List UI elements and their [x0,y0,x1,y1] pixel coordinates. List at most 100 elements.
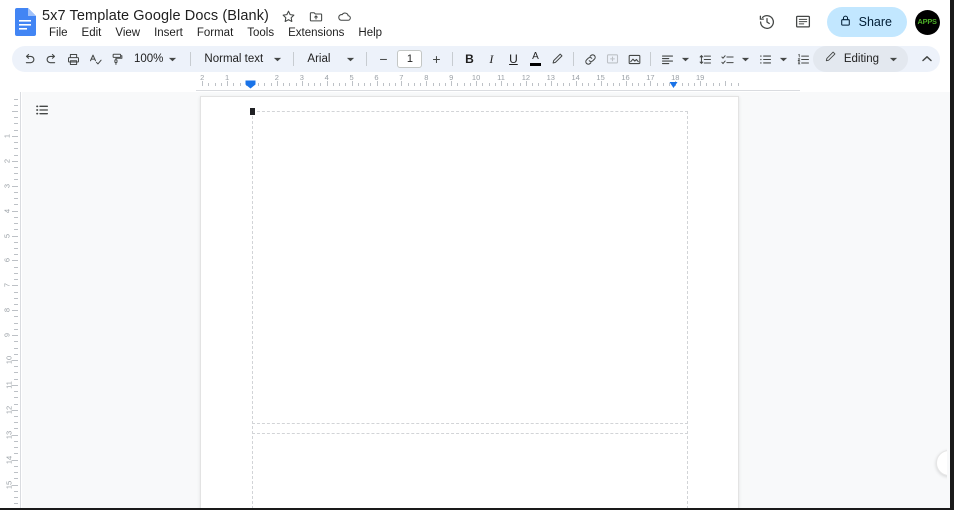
ruler-tick [12,385,18,386]
ruler-tick [12,211,18,212]
menu-format[interactable]: Format [190,25,240,41]
ruler-tick [14,491,18,492]
ruler-number: 9 [2,333,12,338]
ruler-tick [14,130,18,131]
document-page[interactable] [200,96,739,508]
paragraph-style-select[interactable]: Normal text [196,48,288,70]
menu-view[interactable]: View [108,25,147,41]
ruler-tick [14,379,18,380]
left-indent-marker[interactable] [245,76,256,89]
page-title[interactable]: 5x7 Template Google Docs (Blank) [42,8,269,24]
ruler-tick [345,83,346,86]
font-size-input[interactable]: 1 [397,50,423,68]
spellcheck-icon[interactable] [84,48,106,70]
ruler-tick [663,83,664,86]
add-comment-icon[interactable] [601,48,623,70]
ruler-tick [12,111,18,112]
ruler-tick [738,83,739,86]
menu-help[interactable]: Help [351,25,389,41]
table-row-border-middle-b [252,433,688,434]
ruler-tick [14,123,18,124]
insert-link-icon[interactable] [579,48,601,70]
ruler-tick [626,81,627,86]
ruler-tick [14,99,18,100]
menu-insert[interactable]: Insert [147,25,190,41]
vertical-scrollbar[interactable] [947,92,950,508]
menu-extensions[interactable]: Extensions [281,25,351,41]
menu-edit[interactable]: Edit [75,25,109,41]
comment-history-icon[interactable] [787,6,819,38]
avatar[interactable]: APPS [915,9,940,35]
ruler-tick [694,83,695,86]
ruler-tick [277,81,278,86]
ruler-tick [426,81,427,86]
ruler-tick [308,83,309,86]
ruler-tick [395,83,396,86]
ruler-tick [457,83,458,86]
line-spacing-icon[interactable] [694,48,716,70]
version-history-icon[interactable] [751,6,783,38]
google-docs-icon[interactable] [14,8,36,36]
ruler-tick [283,83,284,86]
editing-mode-label: Editing [843,53,879,65]
ruler-tick [14,192,18,193]
underline-button[interactable]: U [502,48,524,70]
cloud-saved-icon[interactable] [335,7,353,25]
ruler-tick [14,428,18,429]
ruler-tick [14,167,18,168]
bulleted-list-icon[interactable] [754,48,776,70]
ruler-tick [14,441,18,442]
italic-button[interactable]: I [480,48,502,70]
text-color-button[interactable]: A [524,48,546,70]
title-row: 5x7 Template Google Docs (Blank) [42,6,353,26]
menu-tools[interactable]: Tools [240,25,281,41]
ruler-tick [513,83,514,86]
undo-icon[interactable] [18,48,40,70]
checklist-icon[interactable] [716,48,738,70]
ruler-tick [520,83,521,86]
ruler-tick [14,267,18,268]
table-column-border-right [687,111,688,508]
horizontal-ruler-track: 2 1 2 3 4 5 6 7 8 9 10 11 12 13 14 15 16 17 18 19 [0,72,950,92]
chevron-down-icon[interactable] [678,55,692,64]
insert-image-icon[interactable] [623,48,645,70]
print-icon[interactable] [62,48,84,70]
align-left-icon[interactable] [656,48,678,70]
numbered-list-icon[interactable] [792,48,814,70]
chevron-down-icon[interactable] [738,55,752,64]
ruler-tick [545,83,546,86]
vertical-ruler-baseline [20,92,21,508]
ruler-tick [12,410,18,411]
vertical-ruler[interactable]: 1 2 3 4 5 6 7 8 9 10 11 12 13 14 15 [0,92,22,508]
zoom-select[interactable]: 100% [128,48,185,70]
ruler-tick [258,83,259,86]
main-toolbar: 100% Normal text Arial − 1 + B I U A [12,46,940,72]
font-size-decrease-button[interactable]: − [372,48,394,70]
ruler-tick [507,83,508,86]
highlight-pen-icon[interactable] [546,48,568,70]
chevron-down-icon[interactable] [776,55,790,64]
menu-file[interactable]: File [42,25,75,41]
paint-format-icon[interactable] [106,48,128,70]
share-button[interactable]: Share [826,7,907,37]
horizontal-ruler[interactable]: 2 1 2 3 4 5 6 7 8 9 10 11 12 13 14 15 16 17 18 19 [0,72,950,92]
ruler-tick [607,83,608,86]
document-outline-icon[interactable] [28,96,56,124]
ruler-tick [439,83,440,86]
bold-button[interactable]: B [458,48,480,70]
move-to-folder-icon[interactable] [307,7,325,25]
ruler-tick [420,83,421,86]
ruler-tick [12,260,18,261]
right-indent-marker[interactable] [669,76,678,88]
redo-icon[interactable] [40,48,62,70]
font-family-select[interactable]: Arial [299,48,361,70]
ruler-tick [532,83,533,86]
ruler-tick [551,81,552,86]
ruler-tick [445,83,446,86]
table-row-border-middle-a [252,423,688,424]
collapse-toolbar-button[interactable] [916,48,938,70]
editing-mode-button[interactable]: Editing [812,46,908,72]
star-icon[interactable] [279,7,297,25]
font-size-increase-button[interactable]: + [425,48,447,70]
document-table[interactable] [250,108,688,508]
